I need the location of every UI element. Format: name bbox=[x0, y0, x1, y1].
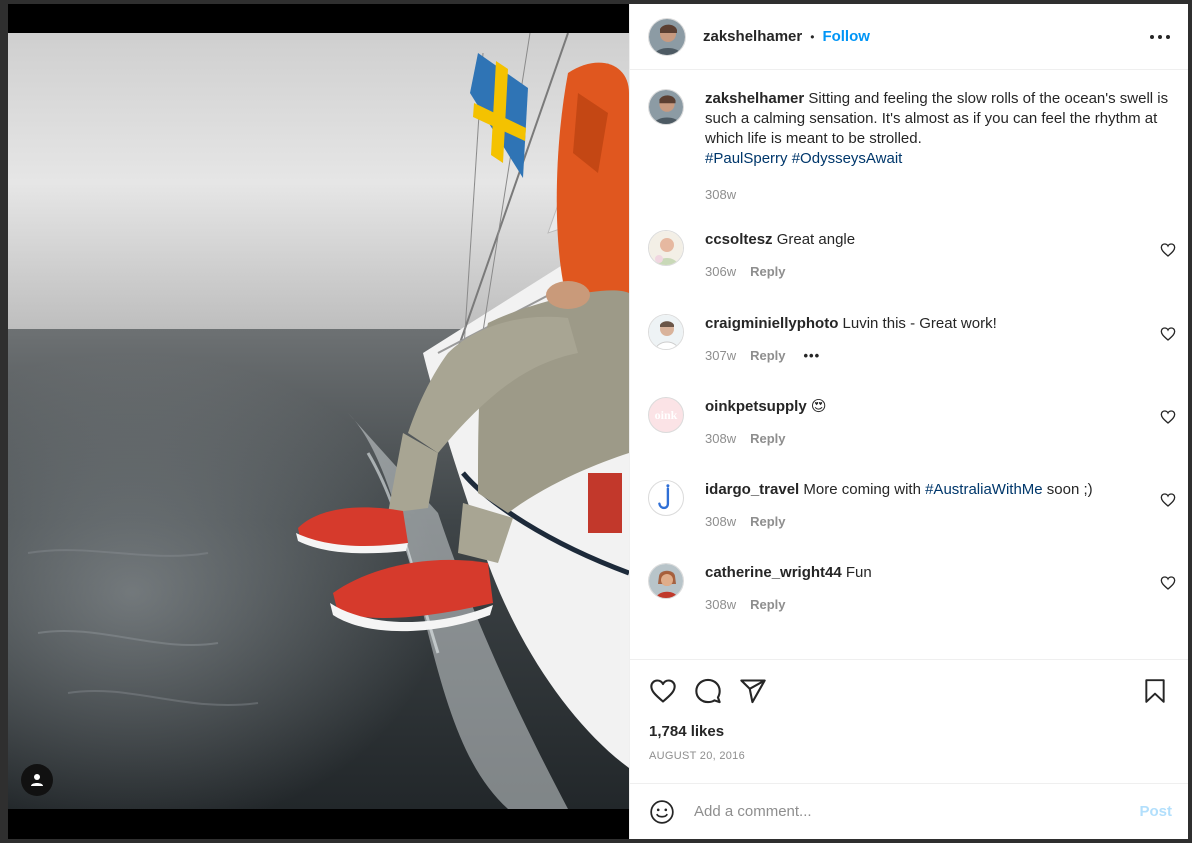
comment-text: Luvin this - Great work! bbox=[838, 315, 997, 332]
comment-text: 😍 bbox=[806, 398, 827, 415]
comment-input[interactable] bbox=[694, 803, 1140, 820]
post-header: zakshelhamer • Follow bbox=[630, 4, 1188, 70]
author-username[interactable]: zakshelhamer bbox=[703, 28, 802, 45]
commenter-avatar[interactable] bbox=[648, 563, 684, 599]
bookmark-icon[interactable] bbox=[1138, 674, 1172, 708]
comment-item: craigminiellyphoto Luvin this - Great wo… bbox=[648, 314, 1176, 363]
post-comment-button[interactable]: Post bbox=[1139, 803, 1172, 820]
author-avatar[interactable] bbox=[648, 17, 686, 56]
instagram-post-modal: zakshelhamer • Follow zakshelhamer Sitti… bbox=[0, 0, 1192, 843]
comment-item: oink oinkpetsupply 😍 308w Reply bbox=[648, 397, 1176, 446]
comment-item: idargo_travel More coming with #Australi… bbox=[648, 480, 1176, 529]
reply-button[interactable]: Reply bbox=[750, 597, 785, 612]
comment-username[interactable]: ccsoltesz bbox=[705, 231, 773, 248]
comment-like-heart-icon[interactable] bbox=[1160, 326, 1176, 342]
comment-text-before: More coming with bbox=[799, 481, 926, 498]
comment-like-heart-icon[interactable] bbox=[1160, 492, 1176, 508]
comment-options-button[interactable]: ••• bbox=[803, 348, 820, 363]
more-horizontal-icon[interactable] bbox=[1148, 25, 1172, 49]
comment-text-after: soon ;) bbox=[1042, 481, 1093, 498]
comment-age[interactable]: 308w bbox=[705, 514, 736, 529]
comment-like-heart-icon[interactable] bbox=[1160, 409, 1176, 425]
comment-age[interactable]: 308w bbox=[705, 597, 736, 612]
commenter-avatar[interactable]: oink bbox=[648, 397, 684, 433]
comments-list[interactable]: zakshelhamer Sitting and feeling the slo… bbox=[630, 71, 1188, 659]
caption-username[interactable]: zakshelhamer bbox=[705, 90, 804, 107]
post-media bbox=[8, 4, 629, 839]
post-actions-bar bbox=[630, 659, 1188, 721]
comment-username[interactable]: idargo_travel bbox=[705, 481, 799, 498]
commenter-avatar[interactable] bbox=[648, 230, 684, 266]
caption-age[interactable]: 308w bbox=[705, 187, 736, 202]
post-date[interactable]: AUGUST 20, 2016 bbox=[649, 750, 745, 762]
paper-plane-icon[interactable] bbox=[736, 674, 770, 708]
reply-button[interactable]: Reply bbox=[750, 348, 785, 363]
commenter-avatar[interactable] bbox=[648, 480, 684, 516]
commenter-avatar[interactable] bbox=[648, 314, 684, 350]
comment-hashtag[interactable]: #AustraliaWithMe bbox=[925, 481, 1043, 498]
comment-username[interactable]: craigminiellyphoto bbox=[705, 315, 838, 332]
post-details-panel: zakshelhamer • Follow zakshelhamer Sitti… bbox=[629, 4, 1188, 839]
caption-hashtag-odysseysawait[interactable]: #OdysseysAwait bbox=[792, 150, 903, 167]
caption-hashtag-paulsperry[interactable]: #PaulSperry bbox=[705, 150, 788, 167]
oink-logo: oink bbox=[654, 407, 678, 422]
comment-composer: Post bbox=[630, 783, 1188, 839]
reply-button[interactable]: Reply bbox=[750, 514, 785, 529]
likes-count[interactable]: 1,784 likes bbox=[649, 723, 724, 740]
post-photo bbox=[8, 33, 629, 809]
comment-like-heart-icon[interactable] bbox=[1160, 242, 1176, 258]
comment-item: ccsoltesz Great angle 306w Reply bbox=[648, 230, 1176, 279]
reply-button[interactable]: Reply bbox=[750, 264, 785, 279]
comment-username[interactable]: catherine_wright44 bbox=[705, 564, 842, 581]
comment-bubble-icon[interactable] bbox=[691, 674, 725, 708]
comment-item: catherine_wright44 Fun 308w Reply bbox=[648, 563, 1176, 612]
follow-button[interactable]: Follow bbox=[822, 28, 870, 45]
comment-like-heart-icon[interactable] bbox=[1160, 575, 1176, 591]
comment-text: Fun bbox=[841, 564, 872, 581]
heart-icon[interactable] bbox=[646, 674, 680, 708]
comment-age[interactable]: 307w bbox=[705, 348, 736, 363]
user-tag-icon[interactable] bbox=[21, 764, 53, 796]
post-caption: zakshelhamer Sitting and feeling the slo… bbox=[648, 89, 1176, 202]
smiley-icon[interactable] bbox=[648, 798, 676, 826]
header-separator: • bbox=[810, 29, 815, 44]
reply-button[interactable]: Reply bbox=[750, 431, 785, 446]
comment-age[interactable]: 306w bbox=[705, 264, 736, 279]
comment-text: Great angle bbox=[772, 231, 856, 248]
comment-username[interactable]: oinkpetsupply bbox=[705, 398, 807, 415]
caption-author-avatar[interactable] bbox=[648, 89, 684, 125]
comment-age[interactable]: 308w bbox=[705, 431, 736, 446]
